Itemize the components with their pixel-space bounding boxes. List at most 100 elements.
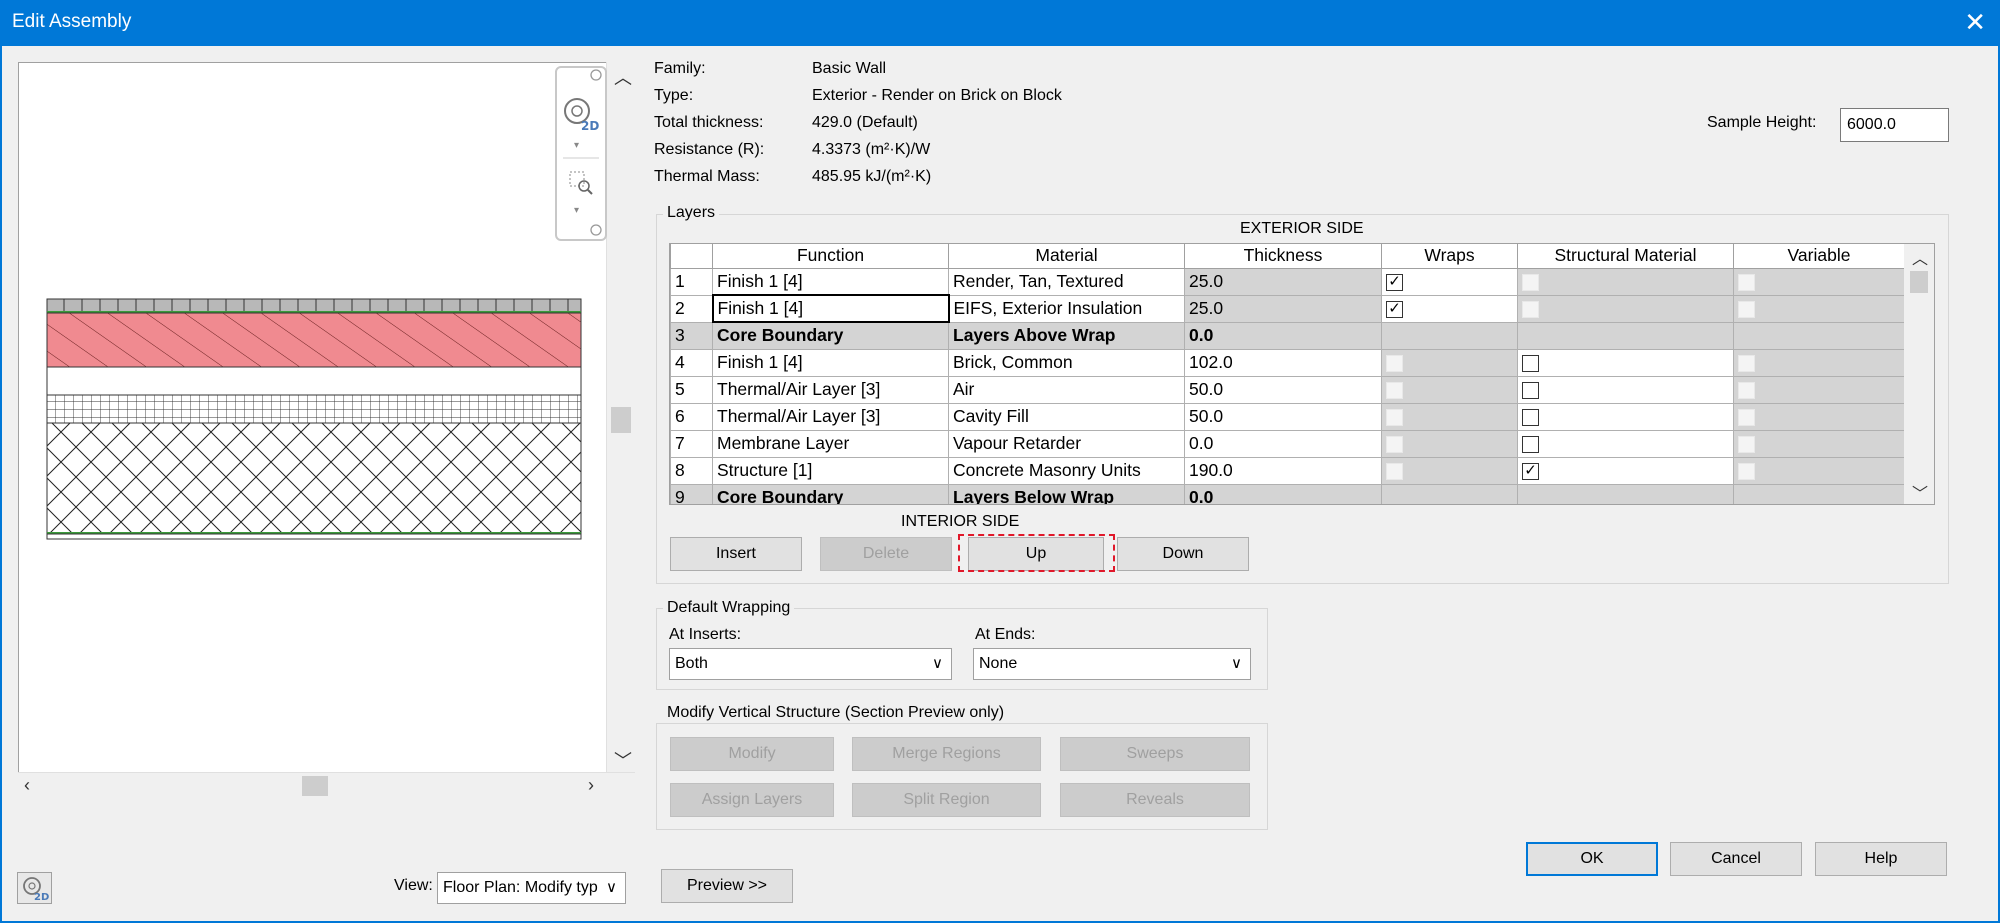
wraps-checkbox: [1386, 462, 1403, 480]
variable-checkbox: [1738, 408, 1755, 426]
preview-toggle-button[interactable]: Preview >>: [661, 869, 793, 903]
scroll-right-icon[interactable]: ›: [588, 775, 594, 796]
row-number[interactable]: 2: [670, 294, 713, 323]
modify-button[interactable]: Modify: [670, 737, 834, 771]
scroll-left-icon[interactable]: ‹: [24, 775, 30, 796]
insert-button[interactable]: Insert: [670, 537, 802, 571]
table-row[interactable]: 1 Finish 1 [4] Render, Tan, Textured 25.…: [670, 267, 1905, 296]
structural-checkbox[interactable]: [1522, 381, 1539, 399]
scroll-thumb[interactable]: [611, 407, 631, 433]
thickness-cell[interactable]: 25.0: [1184, 294, 1382, 323]
close-small-icon[interactable]: [590, 69, 602, 81]
table-row[interactable]: 7 Membrane Layer Vapour Retarder 0.0: [670, 429, 1905, 458]
table-row[interactable]: 6 Thermal/Air Layer [3] Cavity Fill 50.0: [670, 402, 1905, 431]
sweeps-button[interactable]: Sweeps: [1060, 737, 1250, 771]
at-inserts-dropdown[interactable]: Both ∨: [669, 648, 952, 680]
dropdown-arrow-icon[interactable]: ▾: [574, 140, 579, 151]
thickness-cell[interactable]: 190.0: [1184, 456, 1382, 485]
window-title: Edit Assembly: [12, 11, 132, 32]
cancel-button[interactable]: Cancel: [1670, 842, 1802, 876]
down-button[interactable]: Down: [1117, 537, 1249, 571]
material-cell[interactable]: Vapour Retarder: [948, 429, 1185, 458]
family-value: Basic Wall: [812, 60, 887, 77]
variable-cell: [1733, 375, 1905, 404]
variable-cell: [1733, 348, 1905, 377]
structural-checkbox[interactable]: [1522, 435, 1539, 453]
structural-cell: [1517, 483, 1734, 504]
merge-regions-button[interactable]: Merge Regions: [852, 737, 1041, 771]
material-cell[interactable]: Concrete Masonry Units: [948, 456, 1185, 485]
row-number[interactable]: 9: [670, 483, 713, 504]
row-number[interactable]: 6: [670, 402, 713, 431]
row-number[interactable]: 1: [670, 267, 713, 296]
scroll-thumb[interactable]: [1910, 271, 1928, 293]
preview-vertical-scrollbar[interactable]: ︿ ﹀: [606, 62, 635, 777]
row-number[interactable]: 8: [670, 456, 713, 485]
variable-checkbox: [1738, 273, 1755, 291]
material-cell[interactable]: Air: [948, 375, 1185, 404]
view-dropdown[interactable]: Floor Plan: Modify typ ∨: [437, 872, 626, 904]
row-number[interactable]: 3: [670, 321, 713, 350]
ok-button[interactable]: OK: [1526, 842, 1658, 876]
wraps-checkbox[interactable]: ✓: [1386, 300, 1403, 318]
table-row[interactable]: 4 Finish 1 [4] Brick, Common 102.0: [670, 348, 1905, 377]
wall-section-drawing: [46, 298, 582, 540]
sample-height-input[interactable]: [1840, 108, 1949, 142]
structural-checkbox[interactable]: ✓: [1522, 462, 1539, 480]
reveals-button[interactable]: Reveals: [1060, 783, 1250, 817]
table-vertical-scrollbar[interactable]: ︿ ﹀: [1904, 244, 1934, 504]
function-cell[interactable]: Finish 1 [4]: [711, 294, 950, 323]
scroll-up-icon[interactable]: ︿: [614, 64, 632, 90]
material-cell[interactable]: Cavity Fill: [948, 402, 1185, 431]
material-cell[interactable]: Brick, Common: [948, 348, 1185, 377]
sample-height-label: Sample Height:: [1707, 114, 1817, 131]
table-row[interactable]: 5 Thermal/Air Layer [3] Air 50.0: [670, 375, 1905, 404]
scroll-thumb[interactable]: [302, 776, 328, 796]
steering-wheel-2d-icon[interactable]: 2D: [564, 98, 599, 133]
scroll-up-icon[interactable]: ︿: [1912, 245, 1928, 269]
structural-cell: ✓: [1517, 456, 1734, 485]
steering-wheel-2d-button[interactable]: 2D: [17, 872, 52, 904]
function-cell[interactable]: Finish 1 [4]: [712, 267, 949, 296]
split-region-button[interactable]: Split Region: [852, 783, 1041, 817]
table-row[interactable]: 2 Finish 1 [4] EIFS, Exterior Insulation…: [670, 294, 1905, 323]
interior-finish-layer: [46, 533, 582, 540]
table-row[interactable]: 8 Structure [1] Concrete Masonry Units 1…: [670, 456, 1905, 485]
vertical-structure-title: Modify Vertical Structure (Section Previ…: [663, 704, 1009, 722]
chevron-down-icon: ∨: [606, 878, 617, 896]
structural-checkbox[interactable]: [1522, 354, 1539, 372]
at-inserts-label: At Inserts:: [669, 626, 742, 643]
chevron-down-icon: ∨: [1231, 655, 1242, 672]
close-icon[interactable]: ✕: [1964, 7, 1986, 37]
function-cell[interactable]: Structure [1]: [712, 456, 949, 485]
zoom-region-icon[interactable]: [569, 171, 593, 195]
row-number[interactable]: 4: [670, 348, 713, 377]
structural-cell: [1517, 321, 1734, 350]
scroll-down-icon[interactable]: ﹀: [614, 747, 632, 773]
thickness-cell[interactable]: 50.0: [1184, 402, 1382, 431]
table-row[interactable]: 9 Core Boundary Layers Below Wrap 0.0: [670, 483, 1905, 504]
thickness-cell[interactable]: 50.0: [1184, 375, 1382, 404]
preview-horizontal-scrollbar[interactable]: ‹ ›: [18, 772, 635, 800]
material-cell[interactable]: Render, Tan, Textured: [948, 267, 1185, 296]
scroll-down-icon[interactable]: ﹀: [1912, 480, 1928, 504]
row-number[interactable]: 5: [670, 375, 713, 404]
function-cell[interactable]: Finish 1 [4]: [712, 348, 949, 377]
thickness-cell[interactable]: 0.0: [1184, 429, 1382, 458]
function-cell[interactable]: Thermal/Air Layer [3]: [712, 402, 949, 431]
assign-layers-button[interactable]: Assign Layers: [670, 783, 834, 817]
help-button[interactable]: Help: [1815, 842, 1947, 876]
wraps-checkbox[interactable]: ✓: [1386, 273, 1403, 291]
thickness-cell[interactable]: 102.0: [1184, 348, 1382, 377]
material-cell[interactable]: EIFS, Exterior Insulation: [948, 294, 1185, 323]
table-header: Function Material Thickness Wraps Struct…: [670, 244, 1905, 269]
dropdown-arrow-icon[interactable]: ▾: [574, 205, 579, 216]
at-ends-dropdown[interactable]: None ∨: [973, 648, 1251, 680]
function-cell[interactable]: Membrane Layer: [712, 429, 949, 458]
table-row[interactable]: 3 Core Boundary Layers Above Wrap 0.0: [670, 321, 1905, 350]
row-number[interactable]: 7: [670, 429, 713, 458]
structural-checkbox[interactable]: [1522, 408, 1539, 426]
function-cell[interactable]: Thermal/Air Layer [3]: [712, 375, 949, 404]
thickness-cell[interactable]: 25.0: [1184, 267, 1382, 296]
delete-button[interactable]: Delete: [820, 537, 952, 571]
